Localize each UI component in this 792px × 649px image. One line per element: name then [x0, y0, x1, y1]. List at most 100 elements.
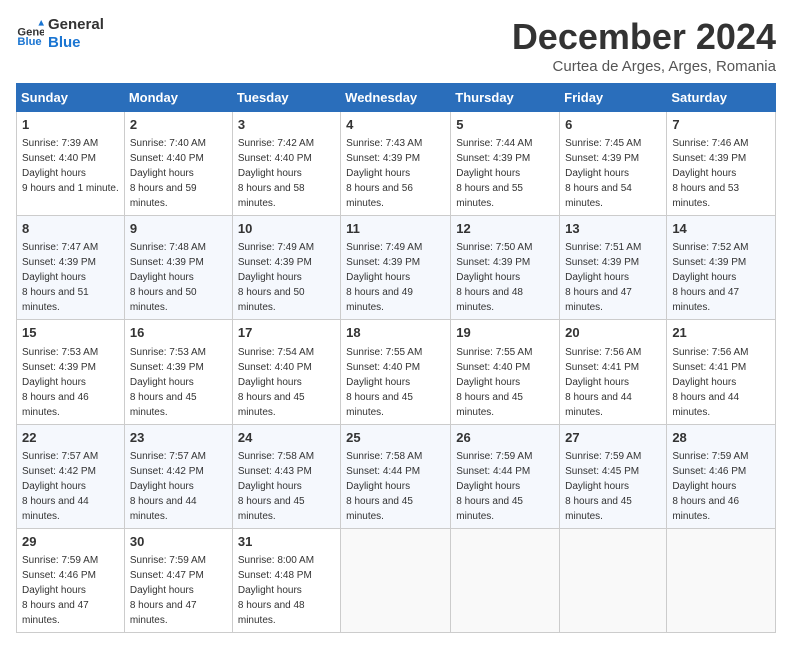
day-info: Sunrise: 7:44 AMSunset: 4:39 PMDaylight …: [456, 138, 532, 209]
day-info: Sunrise: 7:59 AMSunset: 4:47 PMDaylight …: [130, 555, 206, 626]
day-number: 9: [130, 220, 227, 238]
day-info: Sunrise: 7:49 AMSunset: 4:39 PMDaylight …: [346, 242, 422, 313]
calendar-week-row: 29 Sunrise: 7:59 AMSunset: 4:46 PMDayligh…: [17, 528, 776, 632]
day-info: Sunrise: 7:48 AMSunset: 4:39 PMDaylight …: [130, 242, 206, 313]
day-info: Sunrise: 7:56 AMSunset: 4:41 PMDaylight …: [565, 347, 641, 418]
calendar-body: 1 Sunrise: 7:39 AMSunset: 4:40 PMDaylight…: [17, 112, 776, 633]
day-info: Sunrise: 7:50 AMSunset: 4:39 PMDaylight …: [456, 242, 532, 313]
calendar-cell: 30 Sunrise: 7:59 AMSunset: 4:47 PMDayligh…: [124, 528, 232, 632]
col-header-tuesday: Tuesday: [232, 84, 340, 112]
day-info: Sunrise: 7:51 AMSunset: 4:39 PMDaylight …: [565, 242, 641, 313]
calendar-cell: 7Sunrise: 7:46 AMSunset: 4:39 PMDaylight…: [667, 112, 776, 216]
calendar-cell: 16 Sunrise: 7:53 AMSunset: 4:39 PMDayligh…: [124, 320, 232, 424]
calendar-cell: 15 Sunrise: 7:53 AMSunset: 4:39 PMDayligh…: [17, 320, 125, 424]
day-info: Sunrise: 7:59 AMSunset: 4:46 PMDaylight …: [22, 555, 98, 626]
calendar-table: SundayMondayTuesdayWednesdayThursdayFrid…: [16, 83, 776, 633]
col-header-sunday: Sunday: [17, 84, 125, 112]
day-info: Sunrise: 7:57 AMSunset: 4:42 PMDaylight …: [22, 451, 98, 522]
calendar-week-row: 1 Sunrise: 7:39 AMSunset: 4:40 PMDaylight…: [17, 112, 776, 216]
calendar-cell: [341, 528, 451, 632]
calendar-cell: 28 Sunrise: 7:59 AMSunset: 4:46 PMDayligh…: [667, 424, 776, 528]
day-info: Sunrise: 7:40 AMSunset: 4:40 PMDaylight …: [130, 138, 206, 209]
day-number: 22: [22, 429, 119, 447]
day-info: Sunrise: 7:54 AMSunset: 4:40 PMDaylight …: [238, 347, 314, 418]
day-number: 28: [672, 429, 770, 447]
calendar-cell: 2 Sunrise: 7:40 AMSunset: 4:40 PMDaylight…: [124, 112, 232, 216]
day-info: Sunrise: 8:00 AMSunset: 4:48 PMDaylight …: [238, 555, 314, 626]
calendar-cell: 5Sunrise: 7:44 AMSunset: 4:39 PMDaylight…: [451, 112, 560, 216]
calendar-cell: 26 Sunrise: 7:59 AMSunset: 4:44 PMDayligh…: [451, 424, 560, 528]
day-number: 24: [238, 429, 335, 447]
day-number: 23: [130, 429, 227, 447]
day-info: Sunrise: 7:53 AMSunset: 4:39 PMDaylight …: [22, 347, 98, 418]
day-number: 30: [130, 533, 227, 551]
calendar-cell: 20 Sunrise: 7:56 AMSunset: 4:41 PMDayligh…: [560, 320, 667, 424]
day-info: Sunrise: 7:49 AMSunset: 4:39 PMDaylight …: [238, 242, 314, 313]
day-number: 15: [22, 324, 119, 342]
calendar-cell: 22 Sunrise: 7:57 AMSunset: 4:42 PMDayligh…: [17, 424, 125, 528]
col-header-friday: Friday: [560, 84, 667, 112]
day-info: Sunrise: 7:59 AMSunset: 4:46 PMDaylight …: [672, 451, 748, 522]
day-number: 25: [346, 429, 445, 447]
day-number: 26: [456, 429, 554, 447]
svg-text:Blue: Blue: [17, 36, 41, 48]
calendar-cell: 14Sunrise: 7:52 AMSunset: 4:39 PMDayligh…: [667, 216, 776, 320]
subtitle: Curtea de Arges, Arges, Romania: [512, 58, 776, 75]
day-number: 20: [565, 324, 661, 342]
day-number: 29: [22, 533, 119, 551]
logo-icon: General Blue: [16, 20, 44, 48]
day-info: Sunrise: 7:57 AMSunset: 4:42 PMDaylight …: [130, 451, 206, 522]
day-info: Sunrise: 7:39 AMSunset: 4:40 PMDaylight …: [22, 138, 119, 194]
logo-line1: General: [48, 16, 104, 34]
day-number: 4: [346, 116, 445, 134]
day-info: Sunrise: 7:55 AMSunset: 4:40 PMDaylight …: [346, 347, 422, 418]
calendar-week-row: 15 Sunrise: 7:53 AMSunset: 4:39 PMDayligh…: [17, 320, 776, 424]
day-number: 13: [565, 220, 661, 238]
day-info: Sunrise: 7:59 AMSunset: 4:44 PMDaylight …: [456, 451, 532, 522]
col-header-thursday: Thursday: [451, 84, 560, 112]
calendar-cell: 17 Sunrise: 7:54 AMSunset: 4:40 PMDayligh…: [232, 320, 340, 424]
day-info: Sunrise: 7:56 AMSunset: 4:41 PMDaylight …: [672, 347, 748, 418]
page-header: General Blue General Blue December 2024 …: [16, 16, 776, 75]
day-number: 17: [238, 324, 335, 342]
day-number: 8: [22, 220, 119, 238]
day-number: 1: [22, 116, 119, 134]
day-info: Sunrise: 7:53 AMSunset: 4:39 PMDaylight …: [130, 347, 206, 418]
day-number: 18: [346, 324, 445, 342]
calendar-cell: 10Sunrise: 7:49 AMSunset: 4:39 PMDayligh…: [232, 216, 340, 320]
day-info: Sunrise: 7:46 AMSunset: 4:39 PMDaylight …: [672, 138, 748, 209]
day-number: 6: [565, 116, 661, 134]
logo-line2: Blue: [48, 34, 104, 52]
day-number: 11: [346, 220, 445, 238]
day-info: Sunrise: 7:43 AMSunset: 4:39 PMDaylight …: [346, 138, 422, 209]
calendar-cell: 1 Sunrise: 7:39 AMSunset: 4:40 PMDaylight…: [17, 112, 125, 216]
logo: General Blue General Blue: [16, 16, 104, 52]
day-number: 19: [456, 324, 554, 342]
calendar-cell: 27 Sunrise: 7:59 AMSunset: 4:45 PMDayligh…: [560, 424, 667, 528]
day-number: 2: [130, 116, 227, 134]
calendar-cell: 9 Sunrise: 7:48 AMSunset: 4:39 PMDaylight…: [124, 216, 232, 320]
calendar-cell: [560, 528, 667, 632]
calendar-cell: 19 Sunrise: 7:55 AMSunset: 4:40 PMDayligh…: [451, 320, 560, 424]
day-info: Sunrise: 7:58 AMSunset: 4:43 PMDaylight …: [238, 451, 314, 522]
day-number: 21: [672, 324, 770, 342]
calendar-cell: 11 Sunrise: 7:49 AMSunset: 4:39 PMDayligh…: [341, 216, 451, 320]
calendar-cell: 21 Sunrise: 7:56 AMSunset: 4:41 PMDayligh…: [667, 320, 776, 424]
day-info: Sunrise: 7:42 AMSunset: 4:40 PMDaylight …: [238, 138, 314, 209]
col-header-saturday: Saturday: [667, 84, 776, 112]
day-info: Sunrise: 7:59 AMSunset: 4:45 PMDaylight …: [565, 451, 641, 522]
col-header-wednesday: Wednesday: [341, 84, 451, 112]
calendar-cell: 12 Sunrise: 7:50 AMSunset: 4:39 PMDayligh…: [451, 216, 560, 320]
day-number: 16: [130, 324, 227, 342]
title-block: December 2024 Curtea de Arges, Arges, Ro…: [512, 16, 776, 75]
month-title: December 2024: [512, 16, 776, 58]
calendar-cell: 18 Sunrise: 7:55 AMSunset: 4:40 PMDayligh…: [341, 320, 451, 424]
day-info: Sunrise: 7:47 AMSunset: 4:39 PMDaylight …: [22, 242, 98, 313]
day-number: 12: [456, 220, 554, 238]
calendar-cell: 24 Sunrise: 7:58 AMSunset: 4:43 PMDayligh…: [232, 424, 340, 528]
calendar-header-row: SundayMondayTuesdayWednesdayThursdayFrid…: [17, 84, 776, 112]
day-info: Sunrise: 7:52 AMSunset: 4:39 PMDaylight …: [672, 242, 748, 313]
calendar-cell: 6Sunrise: 7:45 AMSunset: 4:39 PMDaylight…: [560, 112, 667, 216]
day-info: Sunrise: 7:55 AMSunset: 4:40 PMDaylight …: [456, 347, 532, 418]
day-number: 27: [565, 429, 661, 447]
